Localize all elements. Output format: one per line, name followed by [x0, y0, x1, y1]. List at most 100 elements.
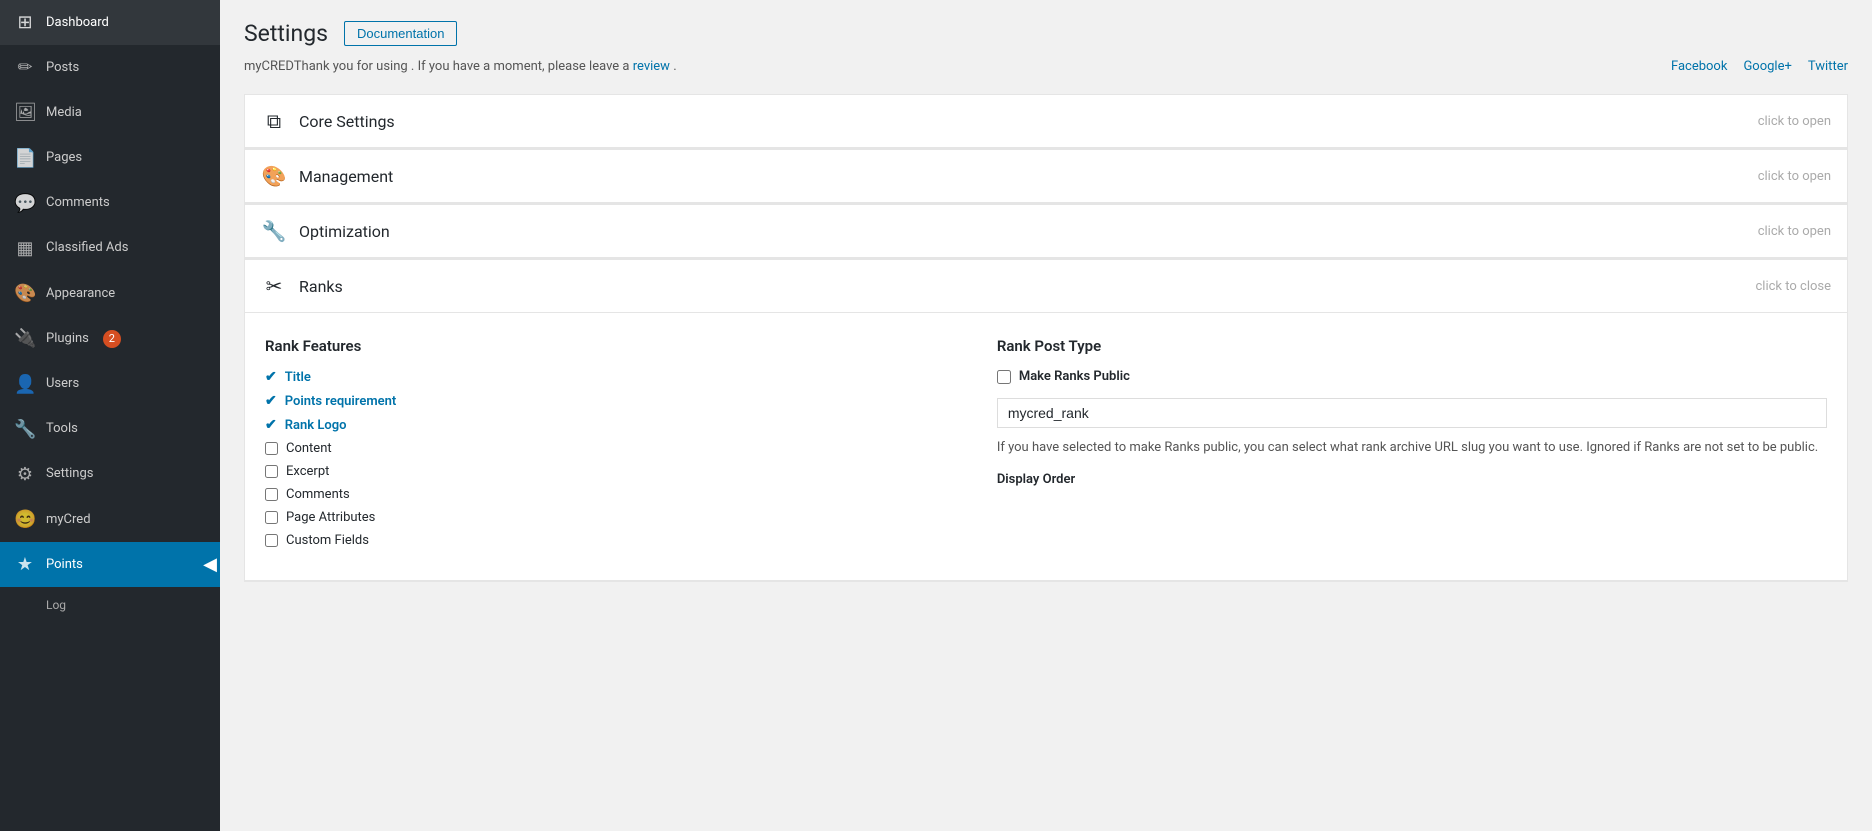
accordion-core-settings: ⧉ Core Settings click to open — [244, 94, 1848, 149]
sidebar-item-media[interactable]: 🖼 Media — [0, 90, 220, 135]
feature-points-requirement: ✔ Points requirement — [265, 393, 957, 409]
sidebar-item-label: Pages — [46, 149, 82, 167]
feature-custom-fields[interactable]: Custom Fields — [265, 533, 957, 548]
sidebar-item-dashboard[interactable]: ⊞ Dashboard — [0, 0, 220, 45]
sidebar-item-points[interactable]: ★ Points ◀ — [0, 542, 220, 587]
media-icon: 🖼 — [14, 100, 36, 125]
rank-post-type-title: Rank Post Type — [997, 337, 1827, 355]
accordion-header-core-settings[interactable]: ⧉ Core Settings click to open — [245, 95, 1847, 148]
comments-checkbox[interactable] — [265, 488, 278, 501]
management-title: Management — [299, 167, 393, 186]
tools-icon: 🔧 — [14, 417, 36, 442]
make-public-checkbox[interactable] — [997, 370, 1011, 384]
feature-label: Points requirement — [285, 394, 397, 409]
page-header: Settings Documentation — [244, 20, 1848, 47]
social-links: Facebook Google+ Twitter — [1671, 59, 1848, 74]
mycred-icon: 😊 — [14, 507, 36, 532]
core-settings-icon: ⧉ — [261, 109, 287, 133]
page-title: Settings — [244, 20, 328, 47]
core-settings-title: Core Settings — [299, 112, 395, 131]
check-icon: ✔ — [265, 393, 277, 409]
help-text: If you have selected to make Ranks publi… — [997, 438, 1827, 458]
feature-content[interactable]: Content — [265, 441, 957, 456]
plugins-icon: 🔌 — [14, 326, 36, 351]
sidebar-item-label: Settings — [46, 465, 93, 483]
rank-features-panel: Rank Features ✔ Title ✔ Points requireme… — [265, 337, 957, 556]
feature-title: ✔ Title — [265, 369, 957, 385]
sidebar-item-label: Media — [46, 104, 82, 122]
sidebar-item-comments[interactable]: 💬 Comments — [0, 181, 220, 226]
sidebar-item-label: Tools — [46, 420, 78, 438]
feature-label: Custom Fields — [286, 533, 369, 548]
dashboard-icon: ⊞ — [14, 10, 36, 35]
sidebar-item-label: Appearance — [46, 285, 115, 303]
feature-label: Title — [285, 370, 311, 385]
posts-icon: ✏ — [14, 55, 36, 80]
page-attributes-checkbox[interactable] — [265, 511, 278, 524]
excerpt-checkbox[interactable] — [265, 465, 278, 478]
rank-features-title: Rank Features — [265, 337, 957, 355]
optimization-action: click to open — [1758, 224, 1831, 239]
ranks-action: click to close — [1756, 279, 1832, 294]
review-link[interactable]: review — [633, 59, 670, 74]
ranks-body: Rank Features ✔ Title ✔ Points requireme… — [245, 313, 1847, 581]
make-public-row: Make Ranks Public — [997, 369, 1827, 384]
feature-label: Content — [286, 441, 332, 456]
classified-ads-icon: ▦ — [14, 236, 36, 261]
custom-fields-checkbox[interactable] — [265, 534, 278, 547]
settings-icon: ⚙ — [14, 462, 36, 487]
feature-label: Page Attributes — [286, 510, 375, 525]
appearance-icon: 🎨 — [14, 281, 36, 306]
sidebar-item-posts[interactable]: ✏ Posts — [0, 45, 220, 90]
pages-icon: 📄 — [14, 146, 36, 171]
sidebar-item-label: Classified Ads — [46, 239, 128, 257]
display-order-label: Display Order — [997, 472, 1827, 487]
sidebar-item-label: myCred — [46, 511, 91, 529]
sidebar-item-log[interactable]: Log — [0, 587, 220, 624]
sidebar-item-label: Comments — [46, 194, 110, 212]
check-icon: ✔ — [265, 417, 277, 433]
optimization-title: Optimization — [299, 222, 390, 241]
management-action: click to open — [1758, 169, 1831, 184]
rank-post-type-panel: Rank Post Type Make Ranks Public If you … — [997, 337, 1827, 556]
comments-icon: 💬 — [14, 191, 36, 216]
accordion-management: 🎨 Management click to open — [244, 149, 1848, 204]
sidebar-item-pages[interactable]: 📄 Pages — [0, 136, 220, 181]
documentation-button[interactable]: Documentation — [344, 21, 457, 46]
feature-excerpt[interactable]: Excerpt — [265, 464, 957, 479]
ranks-icon: ✂ — [261, 274, 287, 298]
feature-label: Rank Logo — [285, 418, 347, 433]
sidebar-item-settings[interactable]: ⚙ Settings — [0, 452, 220, 497]
core-settings-action: click to open — [1758, 114, 1831, 129]
accordion-header-management[interactable]: 🎨 Management click to open — [245, 150, 1847, 203]
accordion-header-optimization[interactable]: 🔧 Optimization click to open — [245, 205, 1847, 258]
points-icon: ★ — [14, 552, 36, 577]
sidebar: ⊞ Dashboard ✏ Posts 🖼 Media 📄 Pages 💬 Co… — [0, 0, 220, 831]
tagline-bar: myCREDThank you for using . If you have … — [244, 59, 1848, 74]
optimization-icon: 🔧 — [261, 219, 287, 243]
management-icon: 🎨 — [261, 164, 287, 188]
sidebar-item-appearance[interactable]: 🎨 Appearance — [0, 271, 220, 316]
post-type-input[interactable] — [997, 398, 1827, 428]
sidebar-item-label: Plugins — [46, 330, 89, 348]
log-label: Log — [46, 597, 66, 614]
twitter-link[interactable]: Twitter — [1808, 59, 1848, 74]
sidebar-item-plugins[interactable]: 🔌 Plugins 2 — [0, 316, 220, 361]
sidebar-item-users[interactable]: 👤 Users — [0, 362, 220, 407]
main-content: Settings Documentation myCREDThank you f… — [220, 0, 1872, 831]
make-public-label: Make Ranks Public — [1019, 369, 1130, 384]
google-plus-link[interactable]: Google+ — [1743, 59, 1791, 74]
feature-comments[interactable]: Comments — [265, 487, 957, 502]
ranks-title: Ranks — [299, 277, 343, 296]
content-checkbox[interactable] — [265, 442, 278, 455]
sidebar-item-label: Users — [46, 375, 79, 393]
ranks-content: Rank Features ✔ Title ✔ Points requireme… — [265, 337, 1827, 556]
feature-label: Excerpt — [286, 464, 329, 479]
facebook-link[interactable]: Facebook — [1671, 59, 1727, 74]
accordion-header-ranks[interactable]: ✂ Ranks click to close — [245, 260, 1847, 313]
sidebar-item-label: Posts — [46, 59, 79, 77]
sidebar-item-tools[interactable]: 🔧 Tools — [0, 407, 220, 452]
feature-page-attributes[interactable]: Page Attributes — [265, 510, 957, 525]
sidebar-item-mycred[interactable]: 😊 myCred — [0, 497, 220, 542]
sidebar-item-classified-ads[interactable]: ▦ Classified Ads — [0, 226, 220, 271]
